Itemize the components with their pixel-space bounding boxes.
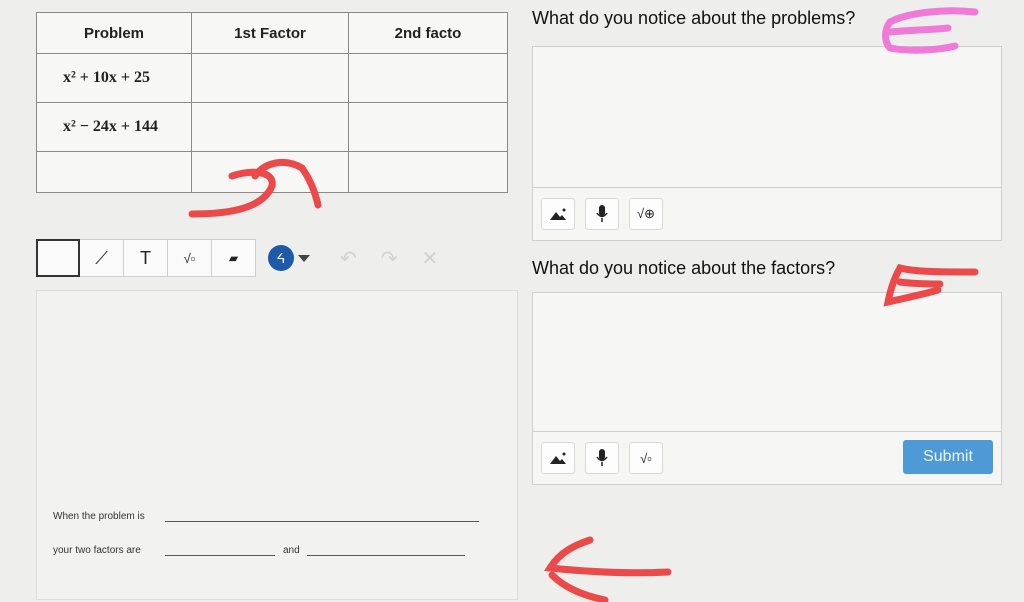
clear-icon[interactable]: ✕	[422, 246, 439, 271]
pink-arrow-annotation	[882, 7, 979, 54]
square-root-icon: √▫	[640, 450, 652, 466]
eraser-tool-button[interactable]: ▰	[212, 239, 256, 277]
microphone-icon	[596, 205, 608, 222]
first-factor-cell[interactable]	[191, 53, 349, 103]
math-input-button[interactable]: √▫	[629, 442, 663, 474]
image-icon	[550, 452, 566, 464]
line-tool-button[interactable]: ⟋	[80, 239, 124, 277]
pen-color-button[interactable]: ᔦ	[268, 245, 294, 271]
chevron-down-icon[interactable]	[298, 254, 310, 262]
drawing-canvas[interactable]: When the problem is your two factors are…	[36, 290, 518, 600]
microphone-button[interactable]	[585, 442, 619, 474]
table-row: x² − 24x + 144	[36, 102, 508, 152]
math-input-button[interactable]: √⊕	[629, 198, 663, 230]
question-factors: What do you notice about the factors?	[532, 258, 836, 278]
sentence-line-1-label: When the problem is	[53, 511, 145, 522]
table-row: x² + 10x + 25	[36, 53, 508, 103]
header-first-factor: 1st Factor	[191, 12, 349, 54]
text-tool-button[interactable]: T	[124, 239, 168, 277]
redo-icon[interactable]: ↷	[381, 246, 398, 271]
answer-blank-factor-2[interactable]	[307, 555, 465, 556]
sentence-line-2-label: your two factors are	[53, 545, 141, 556]
answer-factors-input[interactable]	[532, 292, 1002, 432]
header-second-factor: 2nd facto	[348, 12, 508, 54]
image-upload-button[interactable]	[541, 442, 575, 474]
second-factor-cell[interactable]	[348, 151, 508, 193]
math-tool-button[interactable]: √▫	[168, 239, 212, 277]
square-root-zoom-icon: √⊕	[636, 206, 656, 221]
pen-icon: ᔦ	[276, 249, 286, 266]
problem-cell[interactable]	[36, 151, 192, 193]
red-arrow-annotation-bottom	[544, 536, 672, 602]
image-icon	[550, 208, 566, 220]
answer-factors-toolbar: √▫ Submit	[532, 431, 1002, 485]
first-factor-cell[interactable]	[191, 102, 349, 152]
problem-cell: x² − 24x + 144	[36, 102, 192, 152]
answer-blank-problem[interactable]	[165, 521, 479, 522]
image-upload-button[interactable]	[541, 198, 575, 230]
undo-icon[interactable]: ↶	[340, 246, 357, 271]
answer-blank-factor-1[interactable]	[165, 555, 275, 556]
factor-table: Problem 1st Factor 2nd facto x² + 10x + …	[36, 12, 508, 193]
microphone-button[interactable]	[585, 198, 619, 230]
table-row	[36, 151, 508, 193]
sentence-and-label: and	[283, 545, 300, 556]
select-tool-button[interactable]	[36, 239, 80, 277]
header-problem: Problem	[36, 12, 192, 54]
answer-problems-input[interactable]	[532, 46, 1002, 188]
question-problems: What do you notice about the problems?	[532, 8, 856, 28]
first-factor-cell[interactable]	[191, 151, 349, 193]
drawing-toolbar: ⟋ T √▫ ▰ ᔦ ↶ ↷ ✕	[36, 238, 438, 278]
answer-problems-toolbar: √⊕	[532, 187, 1002, 241]
submit-button[interactable]: Submit	[903, 440, 993, 474]
microphone-icon	[596, 449, 608, 466]
problem-cell: x² + 10x + 25	[36, 53, 192, 103]
second-factor-cell[interactable]	[348, 53, 508, 103]
second-factor-cell[interactable]	[348, 102, 508, 152]
